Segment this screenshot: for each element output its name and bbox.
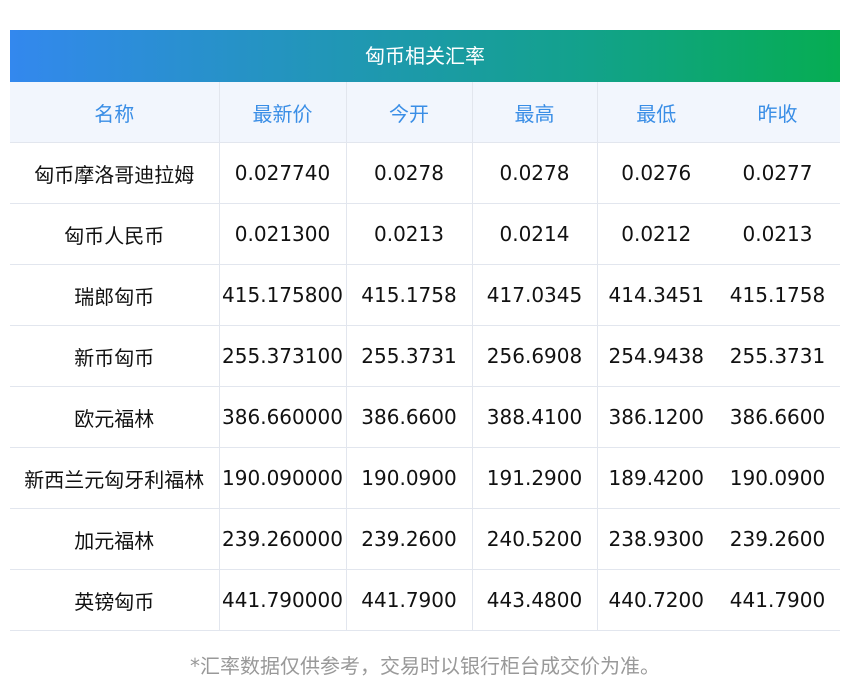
cell-high: 0.0278 xyxy=(472,142,598,204)
cell-open: 415.1758 xyxy=(346,264,473,326)
cell-prev-close: 0.0213 xyxy=(715,203,840,265)
cell-low: 254.9438 xyxy=(597,325,715,387)
cell-prev-close: 386.6600 xyxy=(715,386,840,448)
cell-open: 0.0213 xyxy=(346,203,473,265)
cell-low: 440.7200 xyxy=(597,569,715,631)
cell-open: 190.0900 xyxy=(346,447,473,509)
panel-title: 匈币相关汇率 xyxy=(10,30,840,82)
cell-open: 255.3731 xyxy=(346,325,473,387)
disclaimer-note: *汇率数据仅供参考，交易时以银行柜台成交价为准。 xyxy=(190,654,660,678)
cell-prev-close: 415.1758 xyxy=(715,264,840,326)
cell-prev-close: 190.0900 xyxy=(715,447,840,509)
header-row: 名称 最新价 今开 最高 最低 昨收 xyxy=(10,82,840,143)
cell-open: 386.6600 xyxy=(346,386,473,448)
cell-low: 0.0276 xyxy=(597,142,715,204)
cell-name: 欧元福林 xyxy=(10,386,220,448)
cell-name: 新币匈币 xyxy=(10,325,220,387)
cell-name: 加元福林 xyxy=(10,508,220,570)
cell-latest: 255.373100 xyxy=(219,325,347,387)
table-row: 新币匈币 255.373100 255.3731 256.6908 254.9438 25… xyxy=(10,325,840,387)
cell-latest: 239.260000 xyxy=(219,508,347,570)
cell-latest: 386.660000 xyxy=(219,386,347,448)
cell-name: 匈币人民币 xyxy=(10,203,220,265)
header-name: 名称 xyxy=(10,82,220,143)
cell-low: 386.1200 xyxy=(597,386,715,448)
cell-prev-close: 255.3731 xyxy=(715,325,840,387)
cell-prev-close: 239.2600 xyxy=(715,508,840,570)
cell-high: 417.0345 xyxy=(472,264,598,326)
cell-high: 388.4100 xyxy=(472,386,598,448)
cell-name: 匈币摩洛哥迪拉姆 xyxy=(10,142,220,204)
cell-name: 英镑匈币 xyxy=(10,569,220,631)
cell-latest: 0.021300 xyxy=(219,203,347,265)
cell-high: 256.6908 xyxy=(472,325,598,387)
table-row: 欧元福林 386.660000 386.6600 388.4100 386.1200 38… xyxy=(10,386,840,448)
cell-low: 0.0212 xyxy=(597,203,715,265)
cell-latest: 415.175800 xyxy=(219,264,347,326)
cell-high: 0.0214 xyxy=(472,203,598,265)
cell-latest: 0.027740 xyxy=(219,142,347,204)
cell-high: 240.5200 xyxy=(472,508,598,570)
cell-name: 瑞郎匈币 xyxy=(10,264,220,326)
rates-panel: 匈币相关汇率 名称 最新价 今开 最高 最低 昨收 匈币摩洛哥迪拉姆 0.0277… xyxy=(10,30,840,631)
cell-name: 新西兰元匈牙利福林 xyxy=(10,447,220,509)
rates-table: 名称 最新价 今开 最高 最低 昨收 匈币摩洛哥迪拉姆 0.027740 0.027… xyxy=(10,82,840,631)
cell-open: 239.2600 xyxy=(346,508,473,570)
cell-prev-close: 441.7900 xyxy=(715,569,840,631)
table-row: 匈币人民币 0.021300 0.0213 0.0214 0.0212 0.0213 xyxy=(10,203,840,265)
cell-high: 443.4800 xyxy=(472,569,598,631)
cell-low: 238.9300 xyxy=(597,508,715,570)
table-row: 加元福林 239.260000 239.2600 240.5200 238.9300 23… xyxy=(10,508,840,570)
header-latest: 最新价 xyxy=(219,82,347,143)
table-row: 英镑匈币 441.790000 441.7900 443.4800 440.7200 44… xyxy=(10,569,840,631)
cell-high: 191.2900 xyxy=(472,447,598,509)
table-row: 匈币摩洛哥迪拉姆 0.027740 0.0278 0.0278 0.0276 0.0277 xyxy=(10,142,840,204)
cell-low: 189.4200 xyxy=(597,447,715,509)
cell-low: 414.3451 xyxy=(597,264,715,326)
header-high: 最高 xyxy=(472,82,598,143)
header-prev-close: 昨收 xyxy=(715,82,840,143)
cell-latest: 190.090000 xyxy=(219,447,347,509)
header-low: 最低 xyxy=(597,82,715,143)
cell-prev-close: 0.0277 xyxy=(715,142,840,204)
table-row: 新西兰元匈牙利福林 190.090000 190.0900 191.2900 189.4… xyxy=(10,447,840,509)
cell-latest: 441.790000 xyxy=(219,569,347,631)
cell-open: 0.0278 xyxy=(346,142,473,204)
header-open: 今开 xyxy=(346,82,473,143)
cell-open: 441.7900 xyxy=(346,569,473,631)
table-row: 瑞郎匈币 415.175800 415.1758 417.0345 414.3451 41… xyxy=(10,264,840,326)
